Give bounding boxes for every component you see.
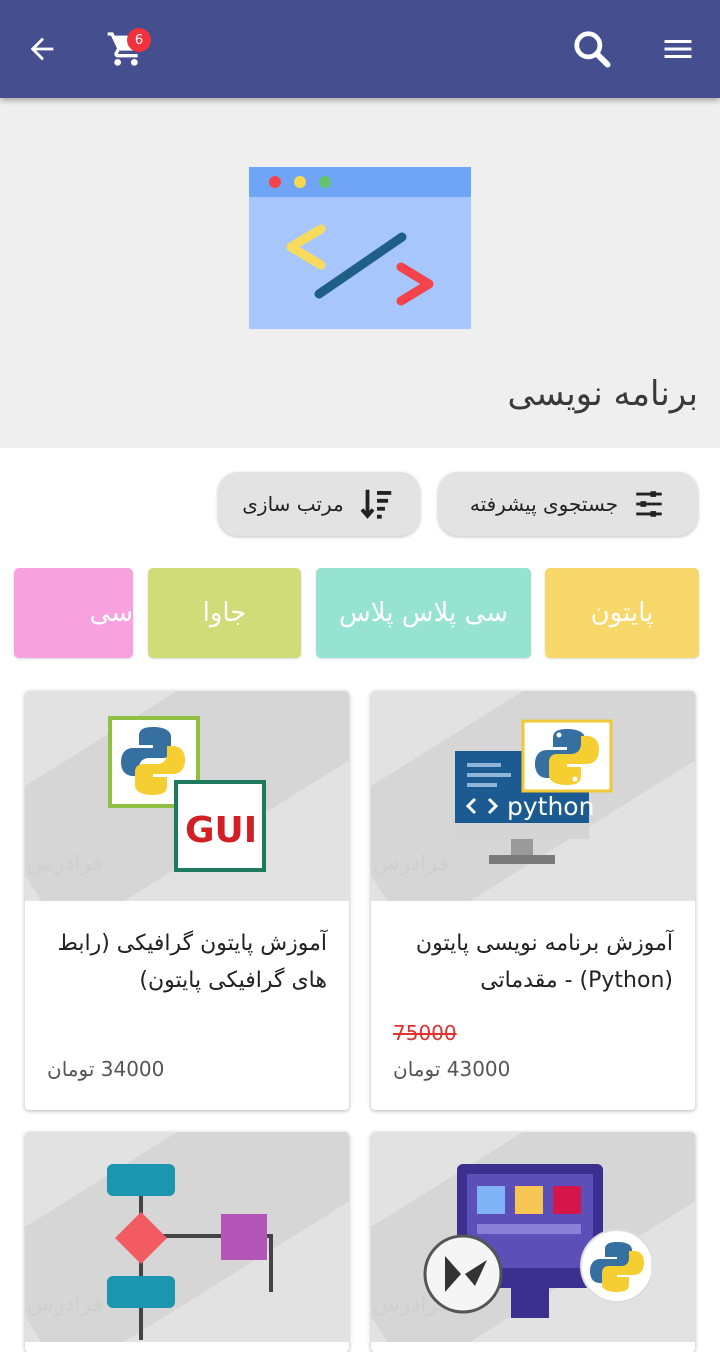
advanced-search-label: جستجوی پیشرفته (469, 492, 619, 516)
menu-button[interactable] (648, 19, 708, 79)
chip-label: سی (89, 598, 133, 628)
product-card-flowchart[interactable]: فرادرس (25, 1132, 349, 1352)
chip-c[interactable]: سی (14, 568, 133, 658)
gui-text: GUI (185, 810, 257, 851)
product-price: 43000 تومان (393, 1057, 511, 1081)
product-thumbnail: فرادرس (371, 1132, 695, 1342)
category-title: برنامه نویسی (507, 374, 698, 414)
search-icon (574, 31, 611, 68)
sort-button[interactable]: مرتب سازی (218, 472, 420, 536)
product-card-python-gui[interactable]: فرادرس GUI آموزش پایتون گرافیکی (رابط ها… (25, 691, 349, 1110)
chip-cpp[interactable]: سی پلاس پلاس (316, 568, 531, 658)
arrow-back-icon (30, 37, 54, 61)
product-card-kivy[interactable]: فرادرس (371, 1132, 695, 1352)
filter-sliders-icon (636, 491, 662, 517)
sort-icon (360, 489, 391, 519)
advanced-search-button[interactable]: جستجوی پیشرفته (438, 472, 698, 536)
search-button[interactable] (562, 19, 622, 79)
flowchart-icon (107, 1164, 273, 1340)
app-bar: 6 (0, 0, 720, 98)
chip-python[interactable]: پایتون (545, 568, 699, 658)
hamburger-menu-icon (664, 40, 692, 58)
category-header: برنامه نویسی (0, 98, 720, 448)
kivy-monitor-icon (423, 1164, 651, 1318)
cart-count-badge: 6 (127, 28, 151, 52)
back-button[interactable] (12, 19, 72, 79)
chip-label: جاوا (202, 598, 247, 628)
product-price: 34000 تومان (47, 1057, 165, 1081)
python-text: python (507, 792, 594, 821)
python-gui-icon: GUI (108, 716, 266, 872)
product-old-price: 75000 (393, 1021, 457, 1045)
product-thumbnail: فرادرس (25, 1132, 349, 1342)
python-monitor-icon: python (455, 719, 613, 864)
chip-label: سی پلاس پلاس (339, 598, 508, 628)
product-title: آموزش برنامه نویسی پایتون (Python) - مقد… (415, 931, 673, 993)
product-title: آموزش پایتون گرافیکی (رابط های گرافیکی پ… (57, 931, 327, 993)
product-thumbnail: فرادرس GUI (25, 691, 349, 901)
code-window-icon (249, 167, 471, 329)
product-thumbnail: فرادرس python (371, 691, 695, 901)
watermark: فرادرس (27, 1292, 104, 1317)
chip-label: پایتون (590, 598, 654, 628)
watermark: فرادرس (27, 851, 104, 876)
product-card-python-intro[interactable]: فرادرس python آموزش برنامه نویسی پایتون … (371, 691, 695, 1110)
cart-button[interactable]: 6 (96, 19, 156, 79)
chip-java[interactable]: جاوا (148, 568, 301, 658)
sort-label: مرتب سازی (242, 492, 344, 516)
watermark: فرادرس (373, 851, 450, 876)
